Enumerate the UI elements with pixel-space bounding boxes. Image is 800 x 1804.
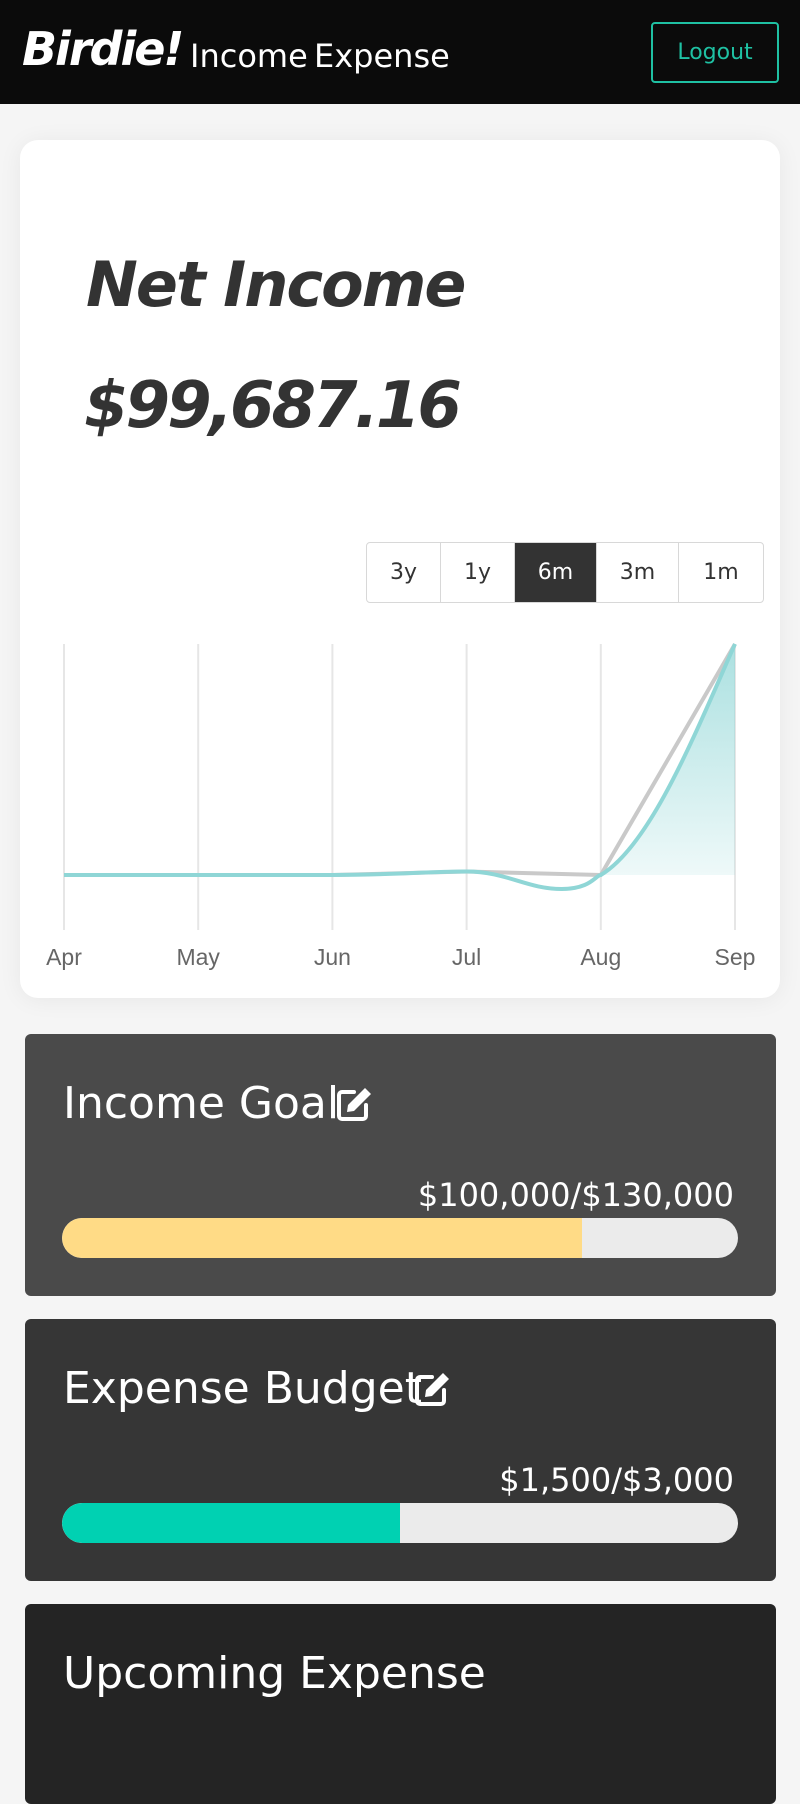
range-3m-button[interactable]: 3m <box>597 543 679 602</box>
income-goal-progress-fill <box>62 1218 582 1258</box>
chart-x-tick-label: Jun <box>314 944 351 970</box>
time-range-selector: 3y 1y 6m 3m 1m <box>366 542 764 603</box>
income-goal-panel: Income Goal $100,000/$130,000 <box>25 1034 776 1296</box>
expense-budget-title: Expense Budget <box>63 1363 422 1414</box>
range-6m-button[interactable]: 6m <box>515 543 597 602</box>
chart-x-tick-label: May <box>176 944 220 970</box>
income-goal-progress-bar <box>62 1218 738 1258</box>
net-income-title: Net Income <box>86 248 466 321</box>
logout-button[interactable]: Logout <box>651 22 779 83</box>
nav-link-expense[interactable]: Expense <box>314 40 450 72</box>
range-3y-button[interactable]: 3y <box>367 543 441 602</box>
net-income-amount: $99,687.16 <box>84 369 462 443</box>
nav-link-income[interactable]: Income <box>190 40 308 72</box>
brand-logo[interactable]: Birdie! <box>22 26 184 72</box>
net-income-chart: Apr May Jun Jul Aug Sep <box>46 642 756 970</box>
edit-icon[interactable] <box>334 1084 374 1124</box>
chart-x-tick-label: Apr <box>46 944 82 970</box>
upcoming-expense-panel: Upcoming Expense <box>25 1604 776 1804</box>
range-1y-button[interactable]: 1y <box>441 543 515 602</box>
income-goal-title: Income Goal <box>63 1078 340 1129</box>
chart-x-tick-label: Aug <box>580 944 621 970</box>
chart-x-tick-label: Sep <box>715 944 756 970</box>
edit-icon[interactable] <box>412 1369 452 1409</box>
expense-budget-progress-bar <box>62 1503 738 1543</box>
upcoming-expense-title: Upcoming Expense <box>63 1648 486 1699</box>
expense-budget-amount: $1,500/$3,000 <box>499 1461 734 1499</box>
navbar: Birdie! Income Expense Logout <box>0 0 800 104</box>
range-1m-button[interactable]: 1m <box>679 543 763 602</box>
chart-x-tick-label: Jul <box>452 944 481 970</box>
income-goal-amount: $100,000/$130,000 <box>417 1176 734 1214</box>
expense-budget-progress-fill <box>62 1503 400 1543</box>
expense-budget-panel: Expense Budget $1,500/$3,000 <box>25 1319 776 1581</box>
